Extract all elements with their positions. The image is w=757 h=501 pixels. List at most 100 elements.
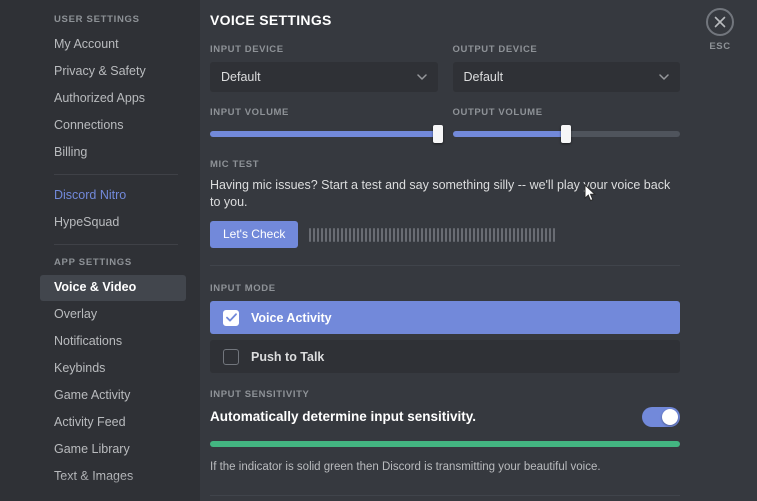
input-device-select[interactable]: Default [210, 62, 438, 92]
mic-level-bar [445, 227, 448, 242]
mic-level-bar [509, 227, 512, 242]
sidebar-nav-list: USER SETTINGS My Account Privacy & Safety A… [0, 0, 200, 501]
close-settings-button[interactable]: ESC [697, 8, 743, 52]
mic-level-bar [485, 227, 488, 242]
output-volume-slider[interactable] [452, 125, 680, 143]
mic-level-bar [373, 227, 376, 242]
sidebar-divider [54, 244, 178, 245]
lets-check-button[interactable]: Let's Check [210, 221, 299, 248]
mic-level-bar [489, 227, 492, 242]
input-mode-option-label: Voice Activity [251, 310, 332, 325]
chevron-down-icon [416, 74, 427, 80]
mic-test-row: Let's Check [210, 221, 680, 248]
input-sensitivity-label: INPUT SENSITIVITY [210, 389, 310, 400]
sidebar-item-hypesquad[interactable]: HypeSquad [40, 210, 186, 236]
input-device-label: INPUT DEVICE [210, 44, 284, 55]
mic-level-bar [533, 227, 536, 242]
sensitivity-indicator-bar [210, 441, 680, 447]
output-device-select[interactable]: Default [452, 62, 680, 92]
settings-sidebar: USER SETTINGS My Account Privacy & Safety A… [0, 0, 200, 501]
mic-level-bar [477, 227, 480, 242]
slider-knob[interactable] [432, 125, 443, 143]
sidebar-group-header: USER SETTINGS [54, 14, 140, 25]
input-device-value: Default [221, 70, 261, 84]
input-mode-option-label: Push to Talk [251, 349, 325, 364]
sidebar-item-game-activity[interactable]: Game Activity [40, 383, 186, 409]
mic-level-bar [537, 227, 540, 242]
sidebar-group-header: APP SETTINGS [54, 257, 132, 268]
auto-sensitivity-text: Automatically determine input sensitivit… [210, 409, 477, 424]
mic-level-bar [417, 227, 420, 242]
mic-level-bar [325, 227, 328, 242]
mic-level-meter [309, 227, 680, 243]
input-volume-group: INPUT VOLUME [210, 107, 443, 143]
output-volume-label: OUTPUT VOLUME [452, 107, 543, 118]
mic-test-group: MIC TEST Having mic issues? Start a test… [210, 159, 680, 248]
sidebar-item-voice-video[interactable]: Voice & Video [40, 275, 186, 301]
sidebar-item-appearance[interactable]: Appearance [40, 491, 186, 501]
section-divider [210, 495, 680, 496]
check-icon [225, 313, 237, 322]
sidebar-item-privacy-safety[interactable]: Privacy & Safety [40, 59, 186, 85]
input-volume-slider[interactable] [210, 125, 443, 143]
mic-level-bar [321, 227, 324, 242]
mic-level-bar [501, 227, 504, 242]
checkbox[interactable] [223, 348, 239, 365]
sidebar-item-connections[interactable]: Connections [40, 113, 186, 139]
mic-level-bar [553, 227, 556, 242]
toggle-knob [662, 409, 678, 425]
mic-level-bar [341, 227, 344, 242]
sidebar-item-overlay[interactable]: Overlay [40, 302, 186, 328]
mic-level-bar [313, 227, 316, 242]
input-sensitivity-group: INPUT SENSITIVITY Automatically determin… [210, 389, 680, 475]
device-row: INPUT DEVICE Default OUTPUT DEVICE Defau… [210, 44, 680, 92]
mic-level-bar [469, 227, 472, 242]
mic-level-bar [357, 227, 360, 242]
sidebar-item-authorized-apps[interactable]: Authorized Apps [40, 86, 186, 112]
mic-level-bar [369, 227, 372, 242]
mic-level-bar [309, 227, 312, 242]
checkbox[interactable] [223, 309, 239, 326]
mic-test-label: MIC TEST [210, 159, 260, 170]
sidebar-item-my-account[interactable]: My Account [40, 32, 186, 58]
sidebar-item-billing[interactable]: Billing [40, 140, 186, 166]
mic-level-bar [389, 227, 392, 242]
mic-level-bar [549, 227, 552, 242]
slider-knob[interactable] [561, 125, 572, 143]
mic-level-bar [473, 227, 476, 242]
mic-level-bar [333, 227, 336, 242]
output-device-value: Default [463, 70, 504, 84]
sidebar-item-game-library[interactable]: Game Library [40, 437, 186, 463]
mic-level-bar [349, 227, 352, 242]
output-device-label: OUTPUT DEVICE [452, 44, 538, 55]
input-mode-option-push-to-talk[interactable]: Push to Talk [210, 340, 680, 373]
sidebar-item-text-images[interactable]: Text & Images [40, 464, 186, 490]
mic-level-bar [405, 227, 408, 242]
mic-level-bar [433, 227, 436, 242]
sidebar-item-discord-nitro[interactable]: Discord Nitro [40, 183, 186, 209]
mic-level-bar [425, 227, 428, 242]
sidebar-divider [54, 174, 178, 175]
mic-level-bar [481, 227, 484, 242]
mic-level-bar [361, 227, 364, 242]
close-icon [706, 8, 734, 36]
settings-content-pane[interactable]: ESC VOICE SETTINGS INPUT DEVICE Default [200, 0, 757, 501]
mic-level-bar [521, 227, 524, 242]
mic-level-bar [385, 227, 388, 242]
auto-sensitivity-toggle[interactable] [642, 407, 680, 427]
input-mode-group: INPUT MODE Voice Activity Push to Talk [210, 283, 680, 373]
input-mode-option-voice-activity[interactable]: Voice Activity [210, 301, 680, 334]
sidebar-item-keybinds[interactable]: Keybinds [40, 356, 186, 382]
mic-level-bar [453, 227, 456, 242]
input-device-group: INPUT DEVICE Default [210, 44, 438, 92]
mic-level-bar [413, 227, 416, 242]
sidebar-item-activity-feed[interactable]: Activity Feed [40, 410, 186, 436]
mic-level-bar [541, 227, 544, 242]
section-divider [210, 265, 680, 266]
mic-level-bar [437, 227, 440, 242]
sidebar-item-notifications[interactable]: Notifications [40, 329, 186, 355]
volume-row: INPUT VOLUME OUTPUT VOLUME [210, 107, 680, 143]
mic-level-bar [397, 227, 400, 242]
slider-fill [210, 131, 438, 137]
mic-level-bar [529, 227, 532, 242]
